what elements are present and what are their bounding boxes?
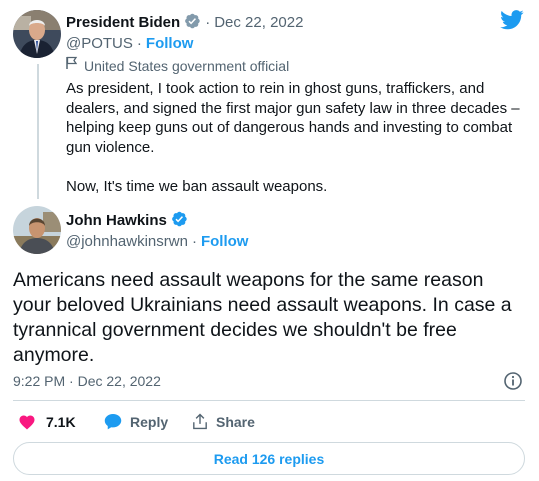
verified-badge-icon	[183, 12, 201, 35]
parent-affiliation: United States government official	[66, 56, 289, 75]
author-follow-button[interactable]: Follow	[201, 233, 249, 250]
author-subheader: @johnhawkinsrwn · Follow	[66, 233, 249, 250]
flag-icon	[66, 56, 78, 75]
share-button[interactable]: Share	[192, 413, 255, 430]
parent-avatar[interactable]	[13, 10, 61, 58]
author-header: John Hawkins	[66, 210, 188, 233]
parent-header: President Biden · Dec 22, 2022	[66, 12, 303, 35]
reply-label: Reply	[130, 413, 169, 430]
read-replies-button[interactable]: Read 126 replies	[13, 442, 525, 475]
reply-button[interactable]: Reply	[104, 413, 168, 430]
author-handle[interactable]: @johnhawkinsrwn	[66, 233, 188, 250]
tweet-text: Americans need assault weapons for the s…	[13, 269, 512, 366]
like-count: 7.1K	[46, 413, 76, 430]
verified-badge-icon	[170, 210, 188, 233]
divider	[13, 400, 525, 401]
parent-tweet-text: As president, I took action to rein in g…	[66, 80, 520, 156]
twitter-logo-icon[interactable]	[500, 10, 524, 35]
author-avatar[interactable]	[13, 206, 61, 254]
share-icon	[192, 413, 216, 430]
read-replies-label: Read 126 replies	[213, 450, 325, 467]
like-button[interactable]: 7.1K	[18, 413, 76, 430]
info-icon[interactable]	[503, 371, 523, 396]
author-name[interactable]: John Hawkins	[66, 212, 167, 229]
affiliation-label: United States government official	[84, 57, 290, 74]
parent-date[interactable]: Dec 22, 2022	[214, 14, 303, 31]
parent-follow-button[interactable]: Follow	[146, 35, 194, 52]
parent-subheader: @POTUS · Follow	[66, 35, 194, 52]
tweet-timestamp[interactable]: 9:22 PM · Dec 22, 2022	[13, 373, 161, 389]
parent-handle[interactable]: @POTUS	[66, 35, 133, 52]
thread-connector-line	[37, 64, 39, 199]
heart-icon	[18, 413, 44, 430]
reply-bubble-icon	[104, 413, 130, 430]
share-label: Share	[216, 413, 255, 430]
parent-author-name[interactable]: President Biden	[66, 14, 180, 31]
parent-tweet-text-2: Now, It's time we ban assault weapons.	[66, 178, 328, 195]
